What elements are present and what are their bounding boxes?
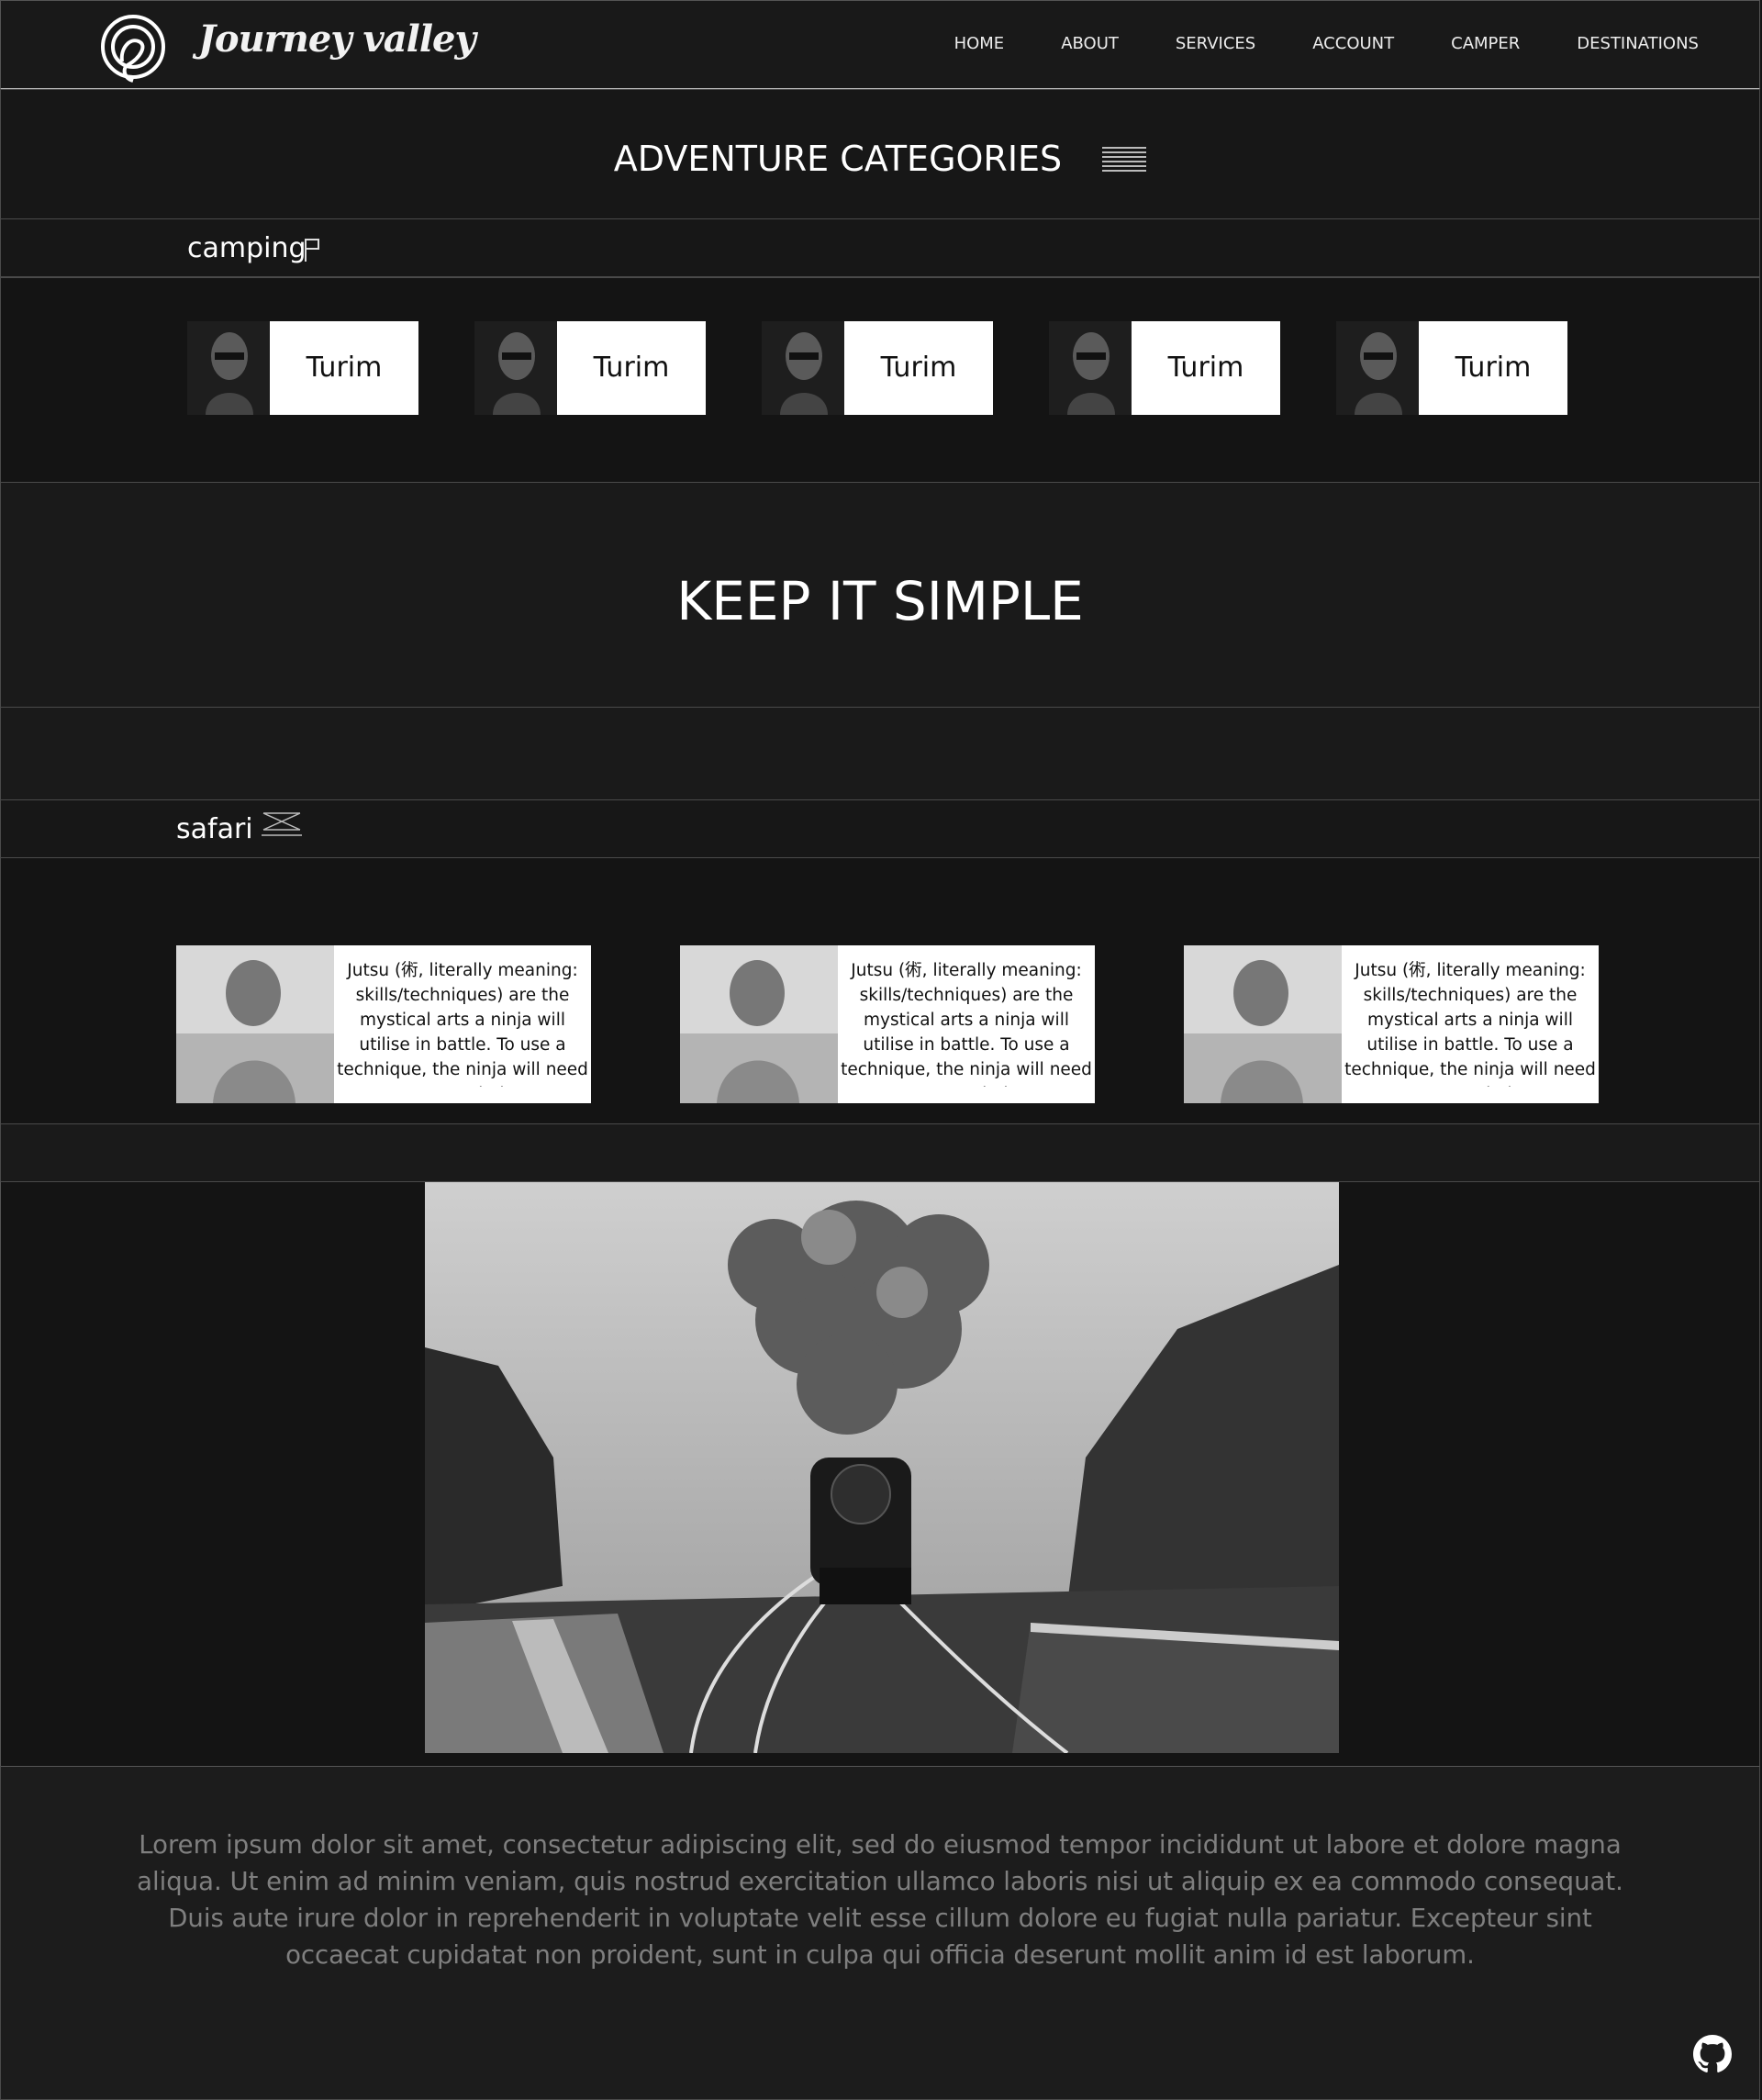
keep-it-simple-banner: KEEP IT SIMPLE — [0, 482, 1760, 708]
camping-card-name: Turim — [306, 352, 383, 384]
steam-train-photo — [425, 1182, 1339, 1753]
top-navigation-bar: Journey valley HOME ABOUT SERVICES ACCOU… — [0, 0, 1760, 90]
safari-card-text: Jutsu (術, literally meaning: skills/tech… — [841, 961, 1092, 1087]
safari-card[interactable]: Jutsu (術, literally meaning: skills/tech… — [176, 945, 591, 1103]
spiral-logo-icon[interactable] — [100, 14, 168, 84]
banner-title: KEEP IT SIMPLE — [676, 570, 1084, 632]
categories-header: ADVENTURE CATEGORIES — [0, 89, 1760, 219]
nav-item-account[interactable]: ACCOUNT — [1312, 34, 1394, 53]
camping-card[interactable]: Turim — [1049, 321, 1280, 415]
portrait-photo — [1184, 945, 1342, 1103]
masked-ninja-thumbnail — [1336, 321, 1419, 415]
camping-card-name: Turim — [880, 352, 957, 384]
categories-title: ADVENTURE CATEGORIES — [613, 138, 1063, 179]
safari-cards-section: Jutsu (術, literally meaning: skills/tech… — [0, 857, 1760, 1124]
categories-title-row: ADVENTURE CATEGORIES — [1, 136, 1759, 179]
safari-card[interactable]: Jutsu (術, literally meaning: skills/tech… — [680, 945, 1095, 1103]
camping-card-name: Turim — [1455, 352, 1532, 384]
nav-item-about[interactable]: ABOUT — [1061, 34, 1119, 53]
safari-section-header: safari — [0, 799, 1760, 858]
footer-text: Lorem ipsum dolor sit amet, consectetur … — [137, 1830, 1623, 1970]
safari-card[interactable]: Jutsu (術, literally meaning: skills/tech… — [1184, 945, 1599, 1103]
masked-ninja-thumbnail — [187, 321, 270, 415]
scribble-icon — [262, 812, 302, 836]
camping-section-header: camping — [0, 218, 1760, 277]
main-menu: HOME ABOUT SERVICES ACCOUNT CAMPER DESTI… — [898, 34, 1699, 53]
github-icon[interactable] — [1693, 2035, 1732, 2073]
camping-card-name: Turim — [593, 352, 670, 384]
masked-ninja-thumbnail — [1049, 321, 1132, 415]
feature-image-section — [0, 1181, 1760, 1767]
safari-card-text: Jutsu (術, literally meaning: skills/tech… — [1344, 961, 1596, 1087]
section-divider — [0, 1123, 1760, 1182]
masked-ninja-thumbnail — [762, 321, 844, 415]
camping-card[interactable]: Turim — [762, 321, 993, 415]
nav-item-camper[interactable]: CAMPER — [1451, 34, 1520, 53]
camping-card-name: Turim — [1167, 352, 1244, 384]
portrait-photo — [680, 945, 838, 1103]
flag-icon — [305, 239, 319, 262]
hamburger-lines-icon[interactable] — [1102, 145, 1147, 173]
safari-label: safari — [176, 813, 253, 845]
camping-card[interactable]: Turim — [1336, 321, 1567, 415]
portrait-photo — [176, 945, 334, 1103]
camping-card[interactable]: Turim — [187, 321, 418, 415]
nav-item-services[interactable]: SERVICES — [1176, 34, 1255, 53]
nav-item-destinations[interactable]: DESTINATIONS — [1577, 34, 1699, 53]
brand-name[interactable]: Journey valley — [198, 17, 476, 61]
safari-card-text: Jutsu (術, literally meaning: skills/tech… — [337, 961, 588, 1087]
nav-item-home[interactable]: HOME — [954, 34, 1005, 53]
footer: Lorem ipsum dolor sit amet, consectetur … — [0, 1766, 1760, 2100]
section-divider — [0, 707, 1760, 800]
masked-ninja-thumbnail — [474, 321, 557, 415]
camping-card[interactable]: Turim — [474, 321, 706, 415]
camping-label: camping — [187, 232, 307, 264]
camping-cards-section: Turim Turim Turim Turim Turim — [0, 277, 1760, 483]
